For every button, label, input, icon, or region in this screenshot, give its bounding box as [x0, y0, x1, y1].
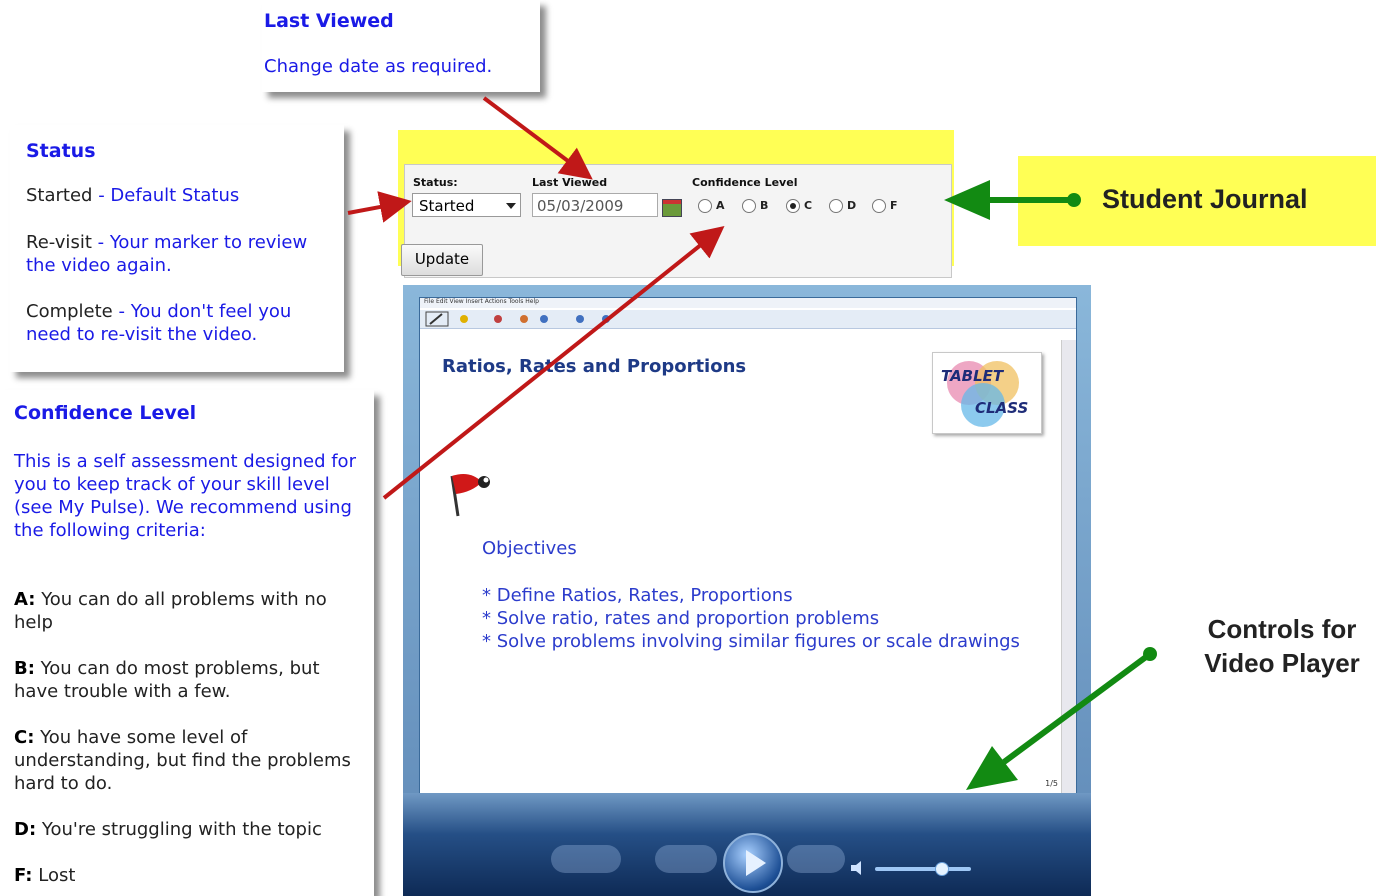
vertical-scrollbar[interactable] [1061, 340, 1076, 794]
update-button[interactable]: Update [401, 244, 483, 276]
toolbar-icons [425, 311, 610, 327]
logo-graphic: TABLET CLASS [941, 361, 1028, 427]
status-select[interactable]: Started [412, 193, 521, 217]
confidence-callout-intro: This is a self assessment designed for y… [14, 451, 356, 541]
last-viewed-label: Last Viewed [532, 176, 608, 189]
confidence-level-label: Confidence Level [692, 176, 798, 189]
confidence-radio-a[interactable]: A [698, 199, 725, 213]
confidence-item-a: A: You can do all problems with no help [14, 589, 327, 633]
last-viewed-callout-title: Last Viewed [264, 10, 394, 32]
volume-slider-knob[interactable] [935, 862, 949, 876]
arrow-to-status [347, 191, 412, 223]
student-journal-label: Student Journal [1102, 184, 1308, 214]
confidence-level-callout: Confidence Level This is a self assessme… [0, 390, 374, 896]
objectives-heading: Objectives [482, 538, 577, 559]
controls-for-video-player-label: Controls for Video Player [1204, 614, 1360, 678]
flag-icon [450, 474, 490, 517]
confidence-callout-title: Confidence Level [14, 402, 197, 424]
radio-circle-icon [698, 199, 712, 213]
objective-bullet: * Define Ratios, Rates, Proportions [482, 585, 793, 606]
status-label: Status: [413, 176, 458, 189]
arrow-to-controls-dot [1143, 647, 1157, 661]
radio-circle-icon [829, 199, 843, 213]
previous-button[interactable] [655, 845, 717, 873]
status-callout: Status Started - Default Status Re-visit… [10, 125, 344, 372]
status-revisit-line: Re-visit - Your marker to review the vid… [26, 232, 308, 276]
confidence-item-d: D: You're struggling with the topic [14, 819, 322, 840]
video-screen[interactable]: File Edit View Insert Actions Tools Help… [419, 297, 1077, 795]
status-complete-line: Complete - You don't feel you need to re… [26, 301, 292, 345]
radio-selected-icon [786, 199, 800, 213]
tablet-class-logo: TABLET CLASS [932, 352, 1042, 434]
stop-button[interactable] [551, 845, 621, 873]
confidence-item-f: F: Lost [14, 865, 76, 886]
confidence-radio-c[interactable]: C [786, 199, 812, 213]
radio-circle-icon [872, 199, 886, 213]
app-toolbar [420, 310, 1076, 329]
confidence-item-c: C: You have some level of understanding,… [14, 727, 351, 794]
status-callout-title: Status [26, 140, 96, 162]
svg-text:TABLET: TABLET [941, 367, 1005, 385]
slide-title: Ratios, Rates and Proportions [442, 356, 747, 377]
svg-text:CLASS: CLASS [975, 399, 1028, 417]
confidence-radio-d[interactable]: D [829, 199, 856, 213]
radio-circle-icon [742, 199, 756, 213]
speaker-icon[interactable] [849, 859, 871, 877]
last-viewed-date-input[interactable]: 05/03/2009 [532, 193, 658, 217]
confidence-item-b: B: You can do most problems, but have tr… [14, 658, 320, 702]
volume-slider[interactable] [875, 867, 971, 871]
status-started-line: Started - Default Status [26, 185, 240, 206]
last-viewed-callout: Last Viewed Change date as required. [262, 0, 540, 92]
objective-bullet: * Solve ratio, rates and proportion prob… [482, 608, 880, 629]
chevron-down-icon [506, 203, 516, 209]
confidence-radio-b[interactable]: B [742, 199, 768, 213]
page-counter: 1/5 [1045, 779, 1058, 788]
play-button[interactable] [723, 833, 783, 893]
app-menu-bar: File Edit View Insert Actions Tools Help [420, 298, 1076, 308]
calendar-icon[interactable] [662, 199, 682, 217]
status-select-value: Started [419, 197, 475, 215]
student-journal-label-box: Student Journal [1018, 156, 1376, 246]
next-button[interactable] [787, 845, 845, 873]
last-viewed-callout-text: Change date as required. [264, 56, 493, 77]
objective-bullet: * Solve problems involving similar figur… [482, 631, 1020, 652]
confidence-radio-f[interactable]: F [872, 199, 898, 213]
video-player: File Edit View Insert Actions Tools Help… [403, 285, 1091, 896]
journal-panel [404, 164, 952, 278]
